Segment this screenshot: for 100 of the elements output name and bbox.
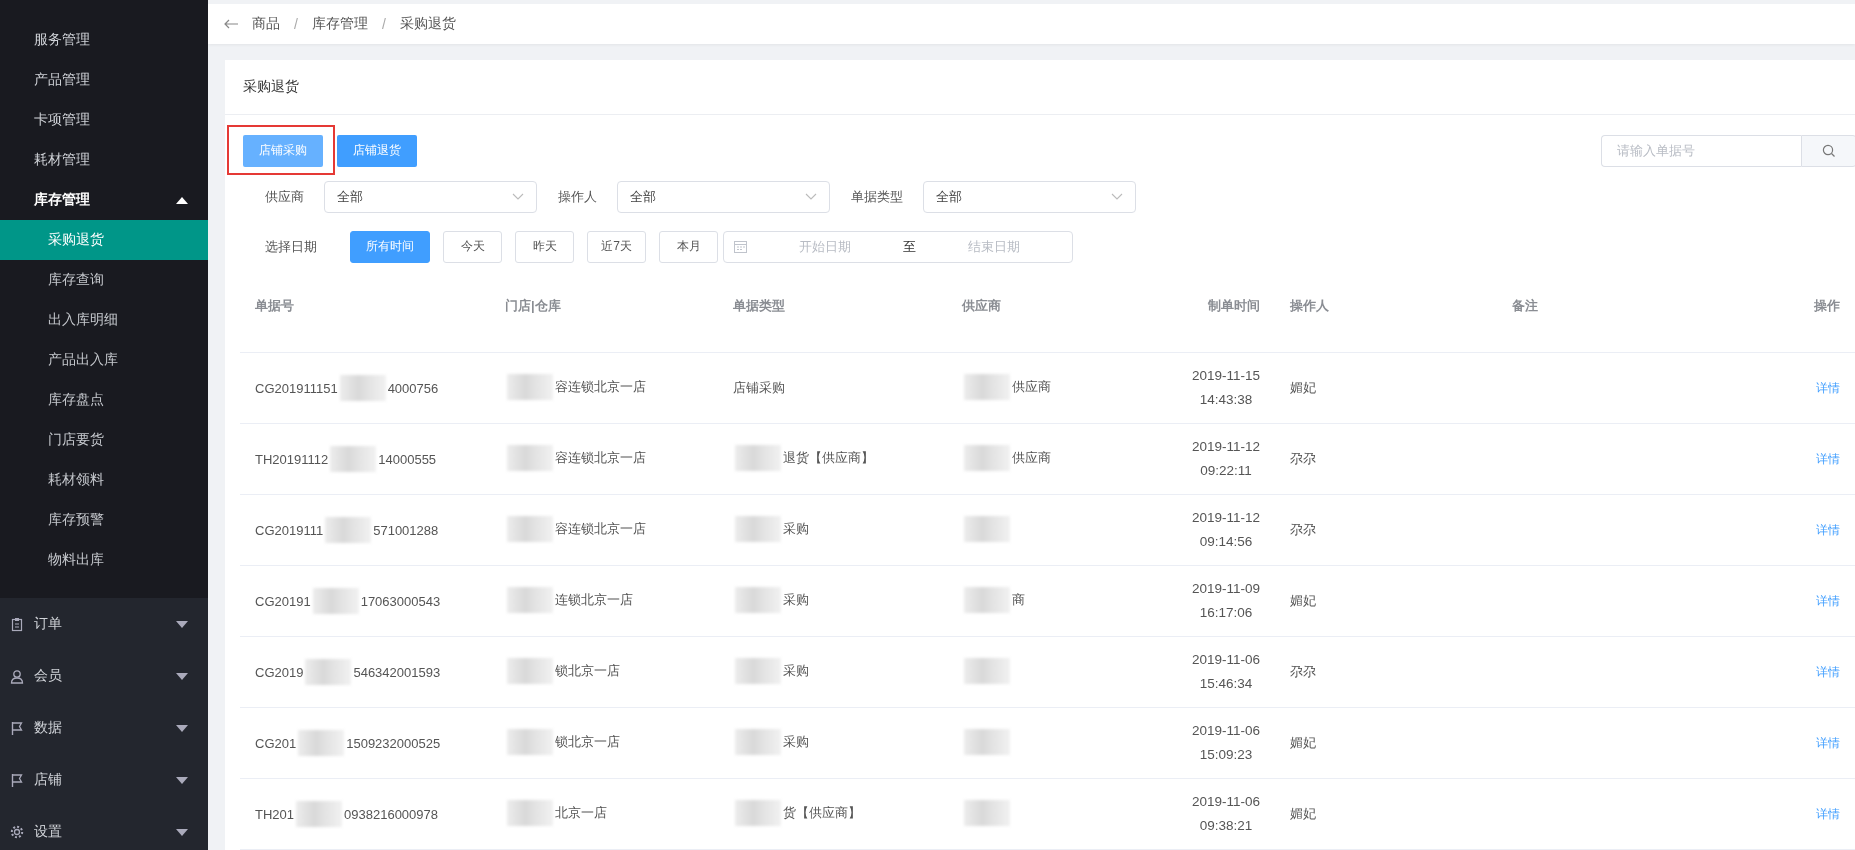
search-field[interactable]: 请输入单据号 [1601, 134, 1801, 167]
date-option[interactable]: 本月 [659, 230, 718, 263]
table-cell-text: 0938216000978 [344, 806, 439, 822]
filter-label: 单据类型 [851, 187, 903, 206]
date-option[interactable]: 近7天 [587, 230, 646, 263]
submenu-item[interactable]: 库存预警 [0, 500, 208, 540]
breadcrumb-item[interactable]: 商品 [252, 14, 280, 33]
person-icon [10, 668, 24, 684]
timestamp: 2019-11-12 09:14:56 [1191, 509, 1260, 551]
table-cell-text: 媚妃 [1290, 806, 1316, 821]
chevron-down-icon [1111, 193, 1123, 200]
table-cell-text: 571001288 [373, 522, 439, 538]
filter-label: 选择日期 [265, 237, 317, 256]
sidebar-item[interactable]: 会员 [34, 667, 166, 685]
submenu-item[interactable]: 出入库明细 [0, 300, 208, 340]
table-cell-text: 媚妃 [1290, 735, 1316, 750]
sidebar-item[interactable]: 耗材管理 [0, 140, 208, 180]
submenu-item[interactable]: 库存查询 [0, 260, 208, 300]
range-separator: 至 [903, 237, 916, 256]
flag-icon [10, 720, 24, 736]
calendar-icon [734, 240, 747, 253]
table-cell-text: 采购 [783, 519, 809, 538]
table-cell-text: 容连锁北京一店 [555, 448, 646, 467]
filter-label: 操作人 [558, 187, 597, 206]
table-cell-text: CG201911151 [255, 380, 338, 396]
timestamp: 2019-11-15 14:43:38 [1191, 367, 1260, 409]
submenu-item[interactable]: 采购退货 [0, 220, 208, 260]
table-cell-text: 14000555 [378, 451, 437, 467]
select-field[interactable]: 全部 [936, 187, 962, 206]
column-header: 操作人 [1290, 297, 1329, 313]
search-icon [1822, 143, 1836, 158]
submenu-item[interactable]: 门店要货 [0, 420, 208, 460]
table-cell-text: 采购 [783, 590, 809, 609]
table-cell-text: 尕尕 [1290, 451, 1316, 466]
breadcrumb-separator: / [294, 15, 298, 32]
submenu-item[interactable]: 耗材领料 [0, 460, 208, 500]
column-header: 操作 [1814, 297, 1840, 313]
table-cell-text: 4000756 [387, 380, 439, 396]
select-field[interactable]: 全部 [337, 187, 363, 206]
clipboard-icon [10, 616, 24, 632]
breadcrumb-item[interactable]: 库存管理 [311, 14, 368, 33]
table-cell-text: 媚妃 [1290, 380, 1316, 395]
table-cell-text: 供应商 [1012, 448, 1051, 467]
table-cell-text: 媚妃 [1290, 593, 1316, 608]
table-cell-text: 货【供应商】 [783, 803, 861, 822]
table-cell-text: 店铺采购 [733, 379, 785, 397]
table-cell-text: CG2019111 [255, 522, 324, 538]
column-header: 门店|仓库 [505, 297, 561, 313]
chevron-down-icon [512, 193, 524, 200]
table-cell-text: 退货【供应商】 [783, 448, 874, 467]
timestamp: 2019-11-12 09:22:11 [1191, 438, 1260, 480]
sidebar-item[interactable]: 库存管理 [0, 180, 208, 220]
table-cell-text: 容连锁北京一店 [555, 519, 646, 538]
table-cell-text: CG20191 [255, 593, 311, 609]
sidebar-item[interactable]: 数据 [34, 719, 166, 737]
table-cell-text: CG2019 [255, 664, 304, 680]
date-option[interactable]: 昨天 [515, 230, 574, 263]
sidebar-item[interactable]: 设置 [34, 823, 166, 841]
table-cell-text: TH201 [255, 806, 295, 822]
submenu-item[interactable]: 物料出库 [0, 540, 208, 580]
table-cell-text: 北京一店 [555, 803, 607, 822]
column-header: 备注 [1512, 297, 1538, 313]
column-header: 单据类型 [733, 297, 785, 313]
sidebar-item[interactable]: 产品管理 [0, 60, 208, 100]
table-cell-text: 尕尕 [1290, 664, 1316, 679]
timestamp: 2019-11-06 09:38:21 [1191, 793, 1260, 835]
gear-icon [10, 824, 24, 840]
column-header: 单据号 [255, 297, 294, 313]
table-cell-text: 546342001593 [353, 664, 441, 680]
table-cell-text: 采购 [783, 661, 809, 680]
submenu-item[interactable]: 产品出入库 [0, 340, 208, 380]
column-header: 供应商 [962, 297, 1001, 313]
filter-label: 供应商 [265, 187, 304, 206]
breadcrumb-separator: / [381, 15, 386, 32]
search-button[interactable] [1801, 134, 1855, 167]
table-cell-text: 商 [1012, 590, 1025, 609]
table-cell-text: 1509232000525 [346, 735, 441, 751]
sidebar-item[interactable]: 卡项管理 [0, 100, 208, 140]
sidebar-item[interactable]: 店铺 [34, 771, 166, 789]
table-cell-text: 连锁北京一店 [555, 590, 633, 609]
flag-icon [10, 772, 24, 788]
table-cell-text: CG201 [255, 735, 297, 751]
submenu-item[interactable]: 库存盘点 [0, 380, 208, 420]
chevron-down-icon [805, 193, 817, 200]
table-cell-text: TH20191112 [255, 451, 329, 467]
column-header: 制单时间 [1208, 297, 1260, 313]
sidebar-item[interactable]: 服务管理 [0, 20, 208, 60]
table-cell-text: 采购 [783, 732, 809, 751]
table-cell-text: 容连锁北京一店 [555, 377, 646, 396]
table-cell-text: 锁北京一店 [555, 661, 620, 680]
card-title: 采购退货 [243, 77, 299, 96]
date-option[interactable]: 今天 [443, 230, 502, 263]
select-field[interactable]: 全部 [630, 187, 656, 206]
timestamp: 2019-11-06 15:46:34 [1191, 651, 1260, 693]
timestamp: 2019-11-09 16:17:06 [1191, 580, 1260, 622]
table-cell-text: 17063000543 [360, 593, 441, 609]
sidebar-item[interactable]: 订单 [34, 615, 166, 633]
back-arrow-icon [224, 18, 238, 29]
table-cell-text: 尕尕 [1290, 522, 1316, 537]
table-cell-text: 供应商 [1012, 377, 1051, 396]
